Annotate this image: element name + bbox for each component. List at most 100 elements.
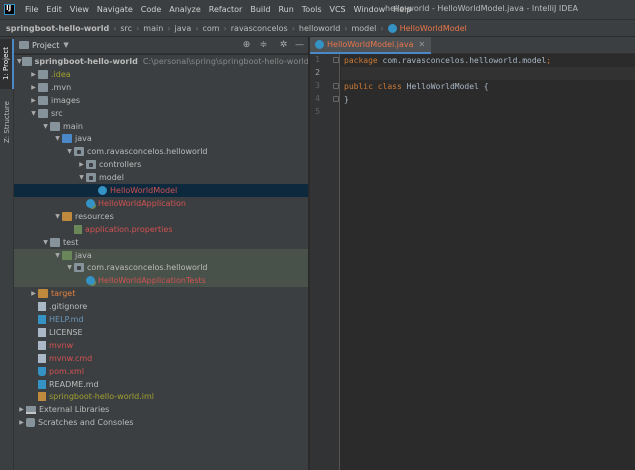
project-panel-title[interactable]: Project (32, 41, 59, 50)
tree-item[interactable]: ▼ test (14, 236, 308, 249)
breadcrumb-item[interactable]: ravasconcelos (231, 24, 288, 33)
tab-project-tool[interactable]: 1: Project (0, 39, 14, 89)
chevron-down-icon[interactable]: ▼ (17, 58, 22, 65)
menu-build[interactable]: Build (246, 5, 274, 14)
breadcrumb-item[interactable]: helloworld (299, 24, 340, 33)
gear-icon[interactable]: ✲ (278, 40, 289, 51)
test-folder-icon (62, 250, 72, 260)
menu-view[interactable]: View (66, 5, 93, 14)
dropdown-caret-icon[interactable]: ▼ (63, 41, 68, 49)
left-tool-strip: 1: Project Z: Structure (0, 37, 14, 470)
code-line[interactable]: public class HelloWorldModel { (341, 80, 635, 93)
chevron-right-icon: › (195, 23, 199, 33)
chevron-down-icon[interactable]: ▼ (65, 264, 74, 271)
tab-structure-tool[interactable]: Z: Structure (0, 95, 14, 150)
chevron-right-icon[interactable]: ▶ (17, 406, 26, 413)
tree-item-label: pom.xml (49, 366, 85, 376)
chevron-down-icon[interactable]: ▼ (41, 123, 50, 130)
close-icon[interactable]: ✕ (419, 40, 426, 49)
folder-icon (50, 237, 60, 247)
chevron-right-icon[interactable]: ▶ (29, 71, 38, 78)
tree-item[interactable]: ▼ resources (14, 210, 308, 223)
tree-item[interactable]: HelloWorldApplication (14, 197, 308, 210)
tree-item[interactable]: pom.xml (14, 365, 308, 378)
tree-item-label: HelloWorldApplicationTests (98, 276, 206, 286)
menu-analyze[interactable]: Analyze (165, 5, 205, 14)
code-line[interactable]: package com.ravasconcelos.helloworld.mod… (341, 54, 635, 67)
fold-marker-icon[interactable] (333, 83, 339, 89)
tree-item[interactable]: LICENSE (14, 326, 308, 339)
menu-window[interactable]: Window (350, 5, 390, 14)
menu-run[interactable]: Run (274, 5, 297, 14)
menu-vcs[interactable]: VCS (326, 5, 350, 14)
chevron-right-icon[interactable]: ▶ (29, 84, 38, 91)
tree-item[interactable]: ▼ springboot-hello-world C:\personal\sprin… (14, 55, 308, 68)
menu-edit[interactable]: Edit (42, 5, 66, 14)
menu-refactor[interactable]: Refactor (205, 5, 247, 14)
breadcrumb-project[interactable]: springboot-hello-world (6, 24, 109, 33)
menu-code[interactable]: Code (137, 5, 165, 14)
chevron-right-icon[interactable]: ▶ (77, 161, 86, 168)
tree-item[interactable]: ▶ .mvn (14, 81, 308, 94)
tree-item[interactable]: ▶ External Libraries (14, 403, 308, 416)
tree-item[interactable]: ▼ com.ravasconcelos.helloworld (14, 145, 308, 158)
tree-item[interactable]: ▼ model (14, 171, 308, 184)
code-line[interactable]: } (341, 93, 635, 106)
tree-item[interactable]: ▼ com.ravasconcelos.helloworld (14, 261, 308, 275)
tree-item[interactable]: ▶ controllers (14, 158, 308, 171)
chevron-down-icon[interactable]: ▼ (29, 110, 38, 117)
tree-item-label: .mvn (51, 82, 72, 92)
iml-file-icon (38, 392, 46, 402)
chevron-right-icon[interactable]: ▶ (29, 290, 38, 297)
collapse-icon[interactable]: ≑ (258, 40, 269, 51)
tree-item[interactable]: HelloWorldApplicationTests (14, 274, 308, 288)
tree-item[interactable]: ▼ src (14, 107, 308, 120)
chevron-right-icon[interactable]: ▶ (17, 419, 26, 426)
tab-hello-world-model[interactable]: HelloWorldModel.java ✕ (310, 37, 432, 54)
code-line[interactable] (341, 106, 635, 119)
breadcrumb-item[interactable]: com (202, 24, 219, 33)
tree-item[interactable]: mvnw (14, 339, 308, 352)
properties-file-icon (74, 224, 82, 234)
menu-file[interactable]: File (21, 5, 42, 14)
tree-item[interactable]: ▶ .idea (14, 68, 308, 81)
breadcrumb-active[interactable]: HelloWorldModel (400, 24, 467, 33)
tree-item[interactable]: ▶ Scratches and Consoles (14, 416, 308, 429)
tree-item[interactable]: ▶ target (14, 287, 308, 300)
menu-tools[interactable]: Tools (298, 5, 326, 14)
tree-item[interactable]: README.md (14, 378, 308, 391)
code-line-current[interactable] (341, 67, 635, 80)
fold-marker-icon[interactable] (333, 57, 339, 63)
chevron-down-icon[interactable]: ▼ (53, 135, 62, 142)
fold-marker-icon[interactable] (333, 96, 339, 102)
tree-item[interactable]: springboot-hello-world.iml (14, 390, 308, 403)
menu-navigate[interactable]: Navigate (93, 5, 137, 14)
tree-item[interactable]: HELP.md (14, 313, 308, 326)
chevron-down-icon[interactable]: ▼ (53, 252, 62, 259)
line-number: 4 (315, 94, 320, 103)
tree-item[interactable]: HelloWorldModel (14, 184, 308, 197)
scratch-icon (26, 418, 35, 428)
chevron-down-icon[interactable]: ▼ (53, 213, 62, 220)
breadcrumb-item[interactable]: main (143, 24, 163, 33)
tree-item[interactable]: ▼ java (14, 132, 308, 145)
breadcrumb-item[interactable]: src (120, 24, 132, 33)
tree-item[interactable]: mvnw.cmd (14, 352, 308, 365)
code-editor[interactable]: package com.ravasconcelos.helloworld.mod… (341, 54, 635, 470)
class-icon (98, 186, 107, 195)
chevron-down-icon[interactable]: ▼ (65, 148, 74, 155)
chevron-down-icon[interactable]: ▼ (41, 239, 50, 246)
tree-item[interactable]: ▼ main (14, 120, 308, 133)
tree-item[interactable]: ▶ images (14, 94, 308, 107)
tree-item-label: HelloWorldApplication (98, 198, 186, 208)
chevron-right-icon[interactable]: ▶ (29, 97, 38, 104)
breadcrumb-item[interactable]: model (351, 24, 376, 33)
tree-item[interactable]: application.properties (14, 223, 308, 236)
breadcrumb-item[interactable]: java (174, 24, 191, 33)
chevron-down-icon[interactable]: ▼ (77, 174, 86, 181)
target-icon[interactable]: ⊕ (241, 40, 252, 51)
tree-item[interactable]: .gitignore (14, 300, 308, 313)
hide-icon[interactable]: — (294, 40, 305, 51)
tree-item[interactable]: ▼ java (14, 248, 308, 262)
tab-project-label: 1: Project (2, 47, 10, 81)
